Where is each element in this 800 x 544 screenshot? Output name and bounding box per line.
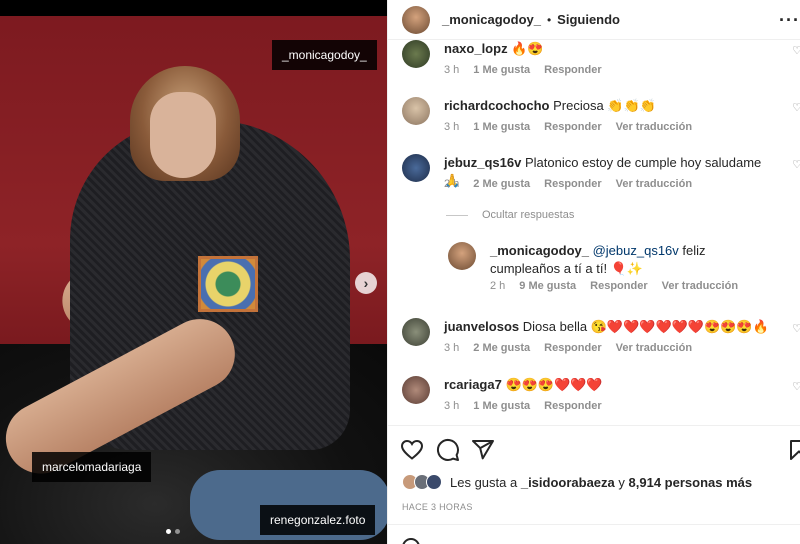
comment-body: _monicagodoy_ @jebuz_qs16v feliz cumplea… — [490, 242, 776, 278]
photo-face — [150, 92, 216, 178]
comment-username[interactable]: juanvelosos — [444, 319, 519, 334]
photo-patch — [198, 256, 258, 312]
comment-username[interactable]: richardcochocho — [444, 98, 549, 113]
comment-time[interactable]: 3 h — [444, 400, 459, 412]
avatar[interactable] — [402, 154, 430, 182]
likes-prefix: Les gusta a — [450, 474, 518, 490]
comment-time[interactable]: 2 h — [444, 178, 459, 190]
translate-button[interactable]: Ver traducción — [616, 178, 692, 190]
comment-username[interactable]: rcariaga7 — [444, 377, 502, 392]
comment-meta: 2 h 2 Me gusta Responder Ver traducción — [444, 178, 692, 190]
comment-likes[interactable]: 1 Me gusta — [473, 400, 530, 412]
comment-text: 😍😍😍❤️❤️❤️ — [505, 377, 603, 392]
comment-icon[interactable] — [436, 438, 460, 462]
avatar[interactable] — [448, 242, 476, 270]
comment-username[interactable]: naxo_lopz — [444, 41, 508, 56]
header-username[interactable]: _monicagodoy_ — [442, 12, 541, 27]
carousel-dots — [166, 529, 180, 534]
carousel-dot — [175, 529, 180, 534]
comment-meta: 3 h 2 Me gusta Responder Ver traducción — [444, 342, 692, 354]
small-heart-icon[interactable]: ♡ — [792, 44, 800, 57]
comment-body: juanvelosos Diosa bella 😘❤️❤️❤️❤️❤️❤️😍😍😍… — [444, 318, 777, 336]
post-side-panel: _monicagodoy_ • Siguiendo ··· naxo_lopz … — [387, 0, 800, 544]
translate-button[interactable]: Ver traducción — [616, 121, 692, 133]
translate-button[interactable]: Ver traducción — [616, 342, 692, 354]
comment-likes[interactable]: 9 Me gusta — [519, 280, 576, 292]
emoji-icon[interactable] — [402, 538, 420, 544]
reply-button[interactable]: Responder — [590, 280, 647, 292]
comment-username[interactable]: jebuz_qs16v — [444, 155, 521, 170]
comment-time[interactable]: 3 h — [444, 64, 459, 76]
comment-body: naxo_lopz 🔥😍 — [444, 40, 777, 58]
comment-text: 🔥😍 — [511, 41, 544, 56]
more-options-icon[interactable]: ··· — [779, 10, 800, 31]
hide-replies-button[interactable]: Ocultar respuestas — [446, 209, 574, 221]
separator: • — [546, 12, 552, 27]
comment-likes[interactable]: 1 Me gusta — [473, 121, 530, 133]
mention-link[interactable]: @jebuz_qs16v — [593, 243, 679, 258]
avatar — [426, 474, 442, 490]
post-timestamp[interactable]: HACE 3 HORAS — [402, 502, 473, 512]
avatar[interactable] — [402, 376, 430, 404]
reply-button[interactable]: Responder — [544, 178, 601, 190]
reply-button[interactable]: Responder — [544, 64, 601, 76]
avatar[interactable] — [402, 97, 430, 125]
share-icon[interactable] — [471, 438, 495, 462]
post-photo[interactable]: _monicagodoy_ marcelomadariaga renegonza… — [0, 0, 387, 544]
likes-count[interactable]: 8,914 personas más — [629, 475, 753, 490]
comment-meta: 3 h 1 Me gusta Responder — [444, 400, 602, 412]
comment-time[interactable]: 2 h — [490, 280, 505, 292]
hide-replies-label: Ocultar respuestas — [482, 209, 575, 221]
comment-body: rcariaga7 😍😍😍❤️❤️❤️ — [444, 376, 777, 394]
comment-likes[interactable]: 1 Me gusta — [473, 64, 530, 76]
liker-username[interactable]: _isidoorabaeza — [521, 475, 615, 490]
comment-meta: 3 h 1 Me gusta Responder — [444, 64, 602, 76]
comment-time[interactable]: 3 h — [444, 342, 459, 354]
avatar[interactable] — [402, 40, 430, 68]
avatar[interactable] — [402, 5, 430, 34]
likes-summary: Les gusta a _isidoorabaeza y 8,914 perso… — [402, 474, 752, 490]
small-heart-icon[interactable]: ♡ — [792, 380, 800, 393]
comment-input-bar — [388, 524, 800, 544]
comment-text: Preciosa 👏👏👏 — [553, 98, 656, 113]
small-heart-icon[interactable]: ♡ — [792, 101, 800, 114]
translate-button[interactable]: Ver traducción — [662, 280, 738, 292]
user-tag[interactable]: _monicagodoy_ — [272, 40, 377, 70]
reply-button[interactable]: Responder — [544, 400, 601, 412]
comment-likes[interactable]: 2 Me gusta — [473, 342, 530, 354]
comment-meta: 2 h 9 Me gusta Responder Ver traducción — [490, 280, 738, 292]
save-icon[interactable] — [787, 438, 800, 462]
small-heart-icon[interactable]: ♡ — [792, 322, 800, 335]
heart-icon[interactable] — [400, 438, 424, 462]
comment-time[interactable]: 3 h — [444, 121, 459, 133]
reply-button[interactable]: Responder — [544, 121, 601, 133]
comment-username[interactable]: _monicagodoy_ — [490, 243, 589, 258]
next-arrow-icon[interactable]: › — [355, 272, 377, 294]
carousel-dot — [166, 529, 171, 534]
small-heart-icon[interactable]: ♡ — [792, 158, 800, 171]
likes-connector: y — [618, 474, 625, 490]
comment-meta: 3 h 1 Me gusta Responder Ver traducción — [444, 121, 692, 133]
user-tag[interactable]: marcelomadariaga — [32, 452, 152, 482]
divider — [446, 214, 468, 216]
user-tag[interactable]: renegonzalez.foto — [260, 505, 376, 535]
follow-button[interactable]: Siguiendo — [557, 12, 620, 27]
liker-avatars — [402, 474, 442, 490]
comment-likes[interactable]: 2 Me gusta — [473, 178, 530, 190]
action-bar — [388, 425, 800, 471]
comment-text: Diosa bella 😘❤️❤️❤️❤️❤️❤️😍😍😍🔥 — [522, 319, 769, 334]
avatar[interactable] — [402, 318, 430, 346]
post-header: _monicagodoy_ • Siguiendo ··· — [388, 0, 800, 40]
comment-body: richardcochocho Preciosa 👏👏👏 — [444, 97, 777, 115]
reply-button[interactable]: Responder — [544, 342, 601, 354]
